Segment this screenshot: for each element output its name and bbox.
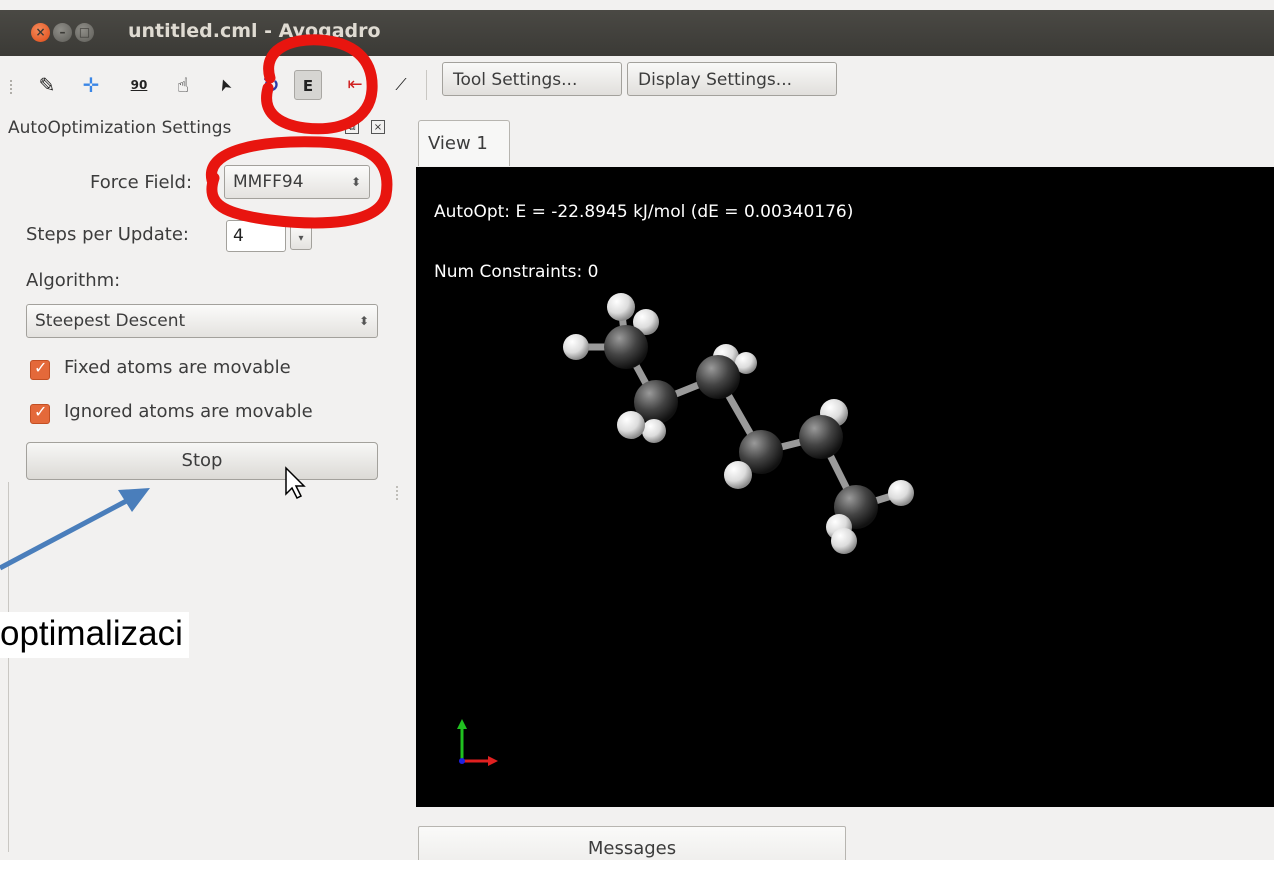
dock-title: AutoOptimization Settings xyxy=(8,118,232,138)
algorithm-select[interactable]: Steepest Descent ⬍ xyxy=(26,304,378,338)
minimize-window-button[interactable]: – xyxy=(53,23,72,42)
steps-per-update-label: Steps per Update: xyxy=(26,224,189,245)
rotate-icon: ↻ xyxy=(262,73,280,97)
updown-arrow-icon: ⬍ xyxy=(358,314,369,328)
measure-icon: ⇤ xyxy=(347,74,363,95)
hand-icon: ☝ xyxy=(176,73,190,97)
force-field-select[interactable]: MMFF94 ⬍ xyxy=(224,165,370,199)
tool-settings-button[interactable]: Tool Settings... xyxy=(442,62,622,96)
algorithm-value: Steepest Descent xyxy=(35,311,186,331)
autooptimize-tool-button[interactable]: E xyxy=(294,70,322,100)
crosshair-icon: ✛ xyxy=(82,73,100,97)
manipulate-tool-button[interactable]: ☝ xyxy=(168,70,198,100)
force-field-value: MMFF94 xyxy=(233,172,304,192)
updown-arrow-icon: ⬍ xyxy=(350,175,361,189)
float-dock-icon[interactable]: ⧉ xyxy=(345,120,359,134)
fixed-atoms-label: Fixed atoms are movable xyxy=(64,357,291,378)
display-settings-button[interactable]: Display Settings... xyxy=(627,62,837,96)
measure-tool-button[interactable]: ⇤ xyxy=(340,70,370,100)
steps-per-update-input[interactable]: 4 xyxy=(226,220,286,252)
molecule-render xyxy=(457,293,914,766)
window-title: untitled.cml - Avogadro xyxy=(128,20,381,42)
minimize-icon: – xyxy=(59,25,66,39)
arrow-cursor-icon: ➤ xyxy=(213,75,236,95)
ignored-atoms-checkbox[interactable] xyxy=(30,402,50,424)
align-tool-button[interactable]: ⟋ xyxy=(386,70,416,100)
maximize-icon: □ xyxy=(78,25,91,39)
dock-resize-handle[interactable] xyxy=(396,486,401,500)
close-icon: × xyxy=(35,25,46,39)
angle-90-icon: 90 xyxy=(130,78,148,92)
maximize-window-button[interactable]: □ xyxy=(75,23,94,42)
atoms xyxy=(563,293,914,554)
stop-button[interactable]: Stop xyxy=(26,442,378,480)
ignored-atoms-label: Ignored atoms are movable xyxy=(64,401,313,422)
autooptimization-dock: AutoOptimization Settings ⧉ × Force Fiel… xyxy=(0,112,406,860)
toolbar-grip[interactable] xyxy=(10,80,15,94)
rotate-tool-button[interactable]: ↻ xyxy=(256,70,286,100)
navigate-tool-button[interactable]: ✛ xyxy=(76,70,106,100)
dock-left-edge xyxy=(8,482,9,852)
force-field-label: Force Field: xyxy=(90,172,193,193)
annotation-text: optimalizaci xyxy=(0,612,189,658)
algorithm-label: Algorithm: xyxy=(26,270,121,291)
select-tool-button[interactable]: ➤ xyxy=(206,66,244,104)
steps-dropdown-icon[interactable]: ▾ xyxy=(290,224,312,250)
pencil-icon: ✎ xyxy=(38,73,56,97)
axis-indicator xyxy=(457,719,498,766)
messages-button[interactable]: Messages xyxy=(418,826,846,860)
tab-view-1[interactable]: View 1 xyxy=(418,120,510,166)
title-bar: × – □ untitled.cml - Avogadro xyxy=(0,10,1274,56)
toolbar-separator xyxy=(426,70,427,100)
close-dock-icon[interactable]: × xyxy=(371,120,385,134)
close-window-button[interactable]: × xyxy=(31,23,50,42)
align-icon: ⟋ xyxy=(395,75,407,94)
draw-tool-button[interactable]: ✎ xyxy=(32,70,62,100)
bond-centric-tool-button[interactable]: 90 xyxy=(124,70,154,100)
energy-e-icon: E xyxy=(302,77,314,95)
molecule-viewport[interactable]: AutoOpt: E = -22.8945 kJ/mol (dE = 0.003… xyxy=(416,167,1274,807)
avogadro-window: × – □ untitled.cml - Avogadro ✎ ✛ 90 ☝ ➤… xyxy=(0,0,1274,860)
fixed-atoms-checkbox[interactable] xyxy=(30,358,50,380)
